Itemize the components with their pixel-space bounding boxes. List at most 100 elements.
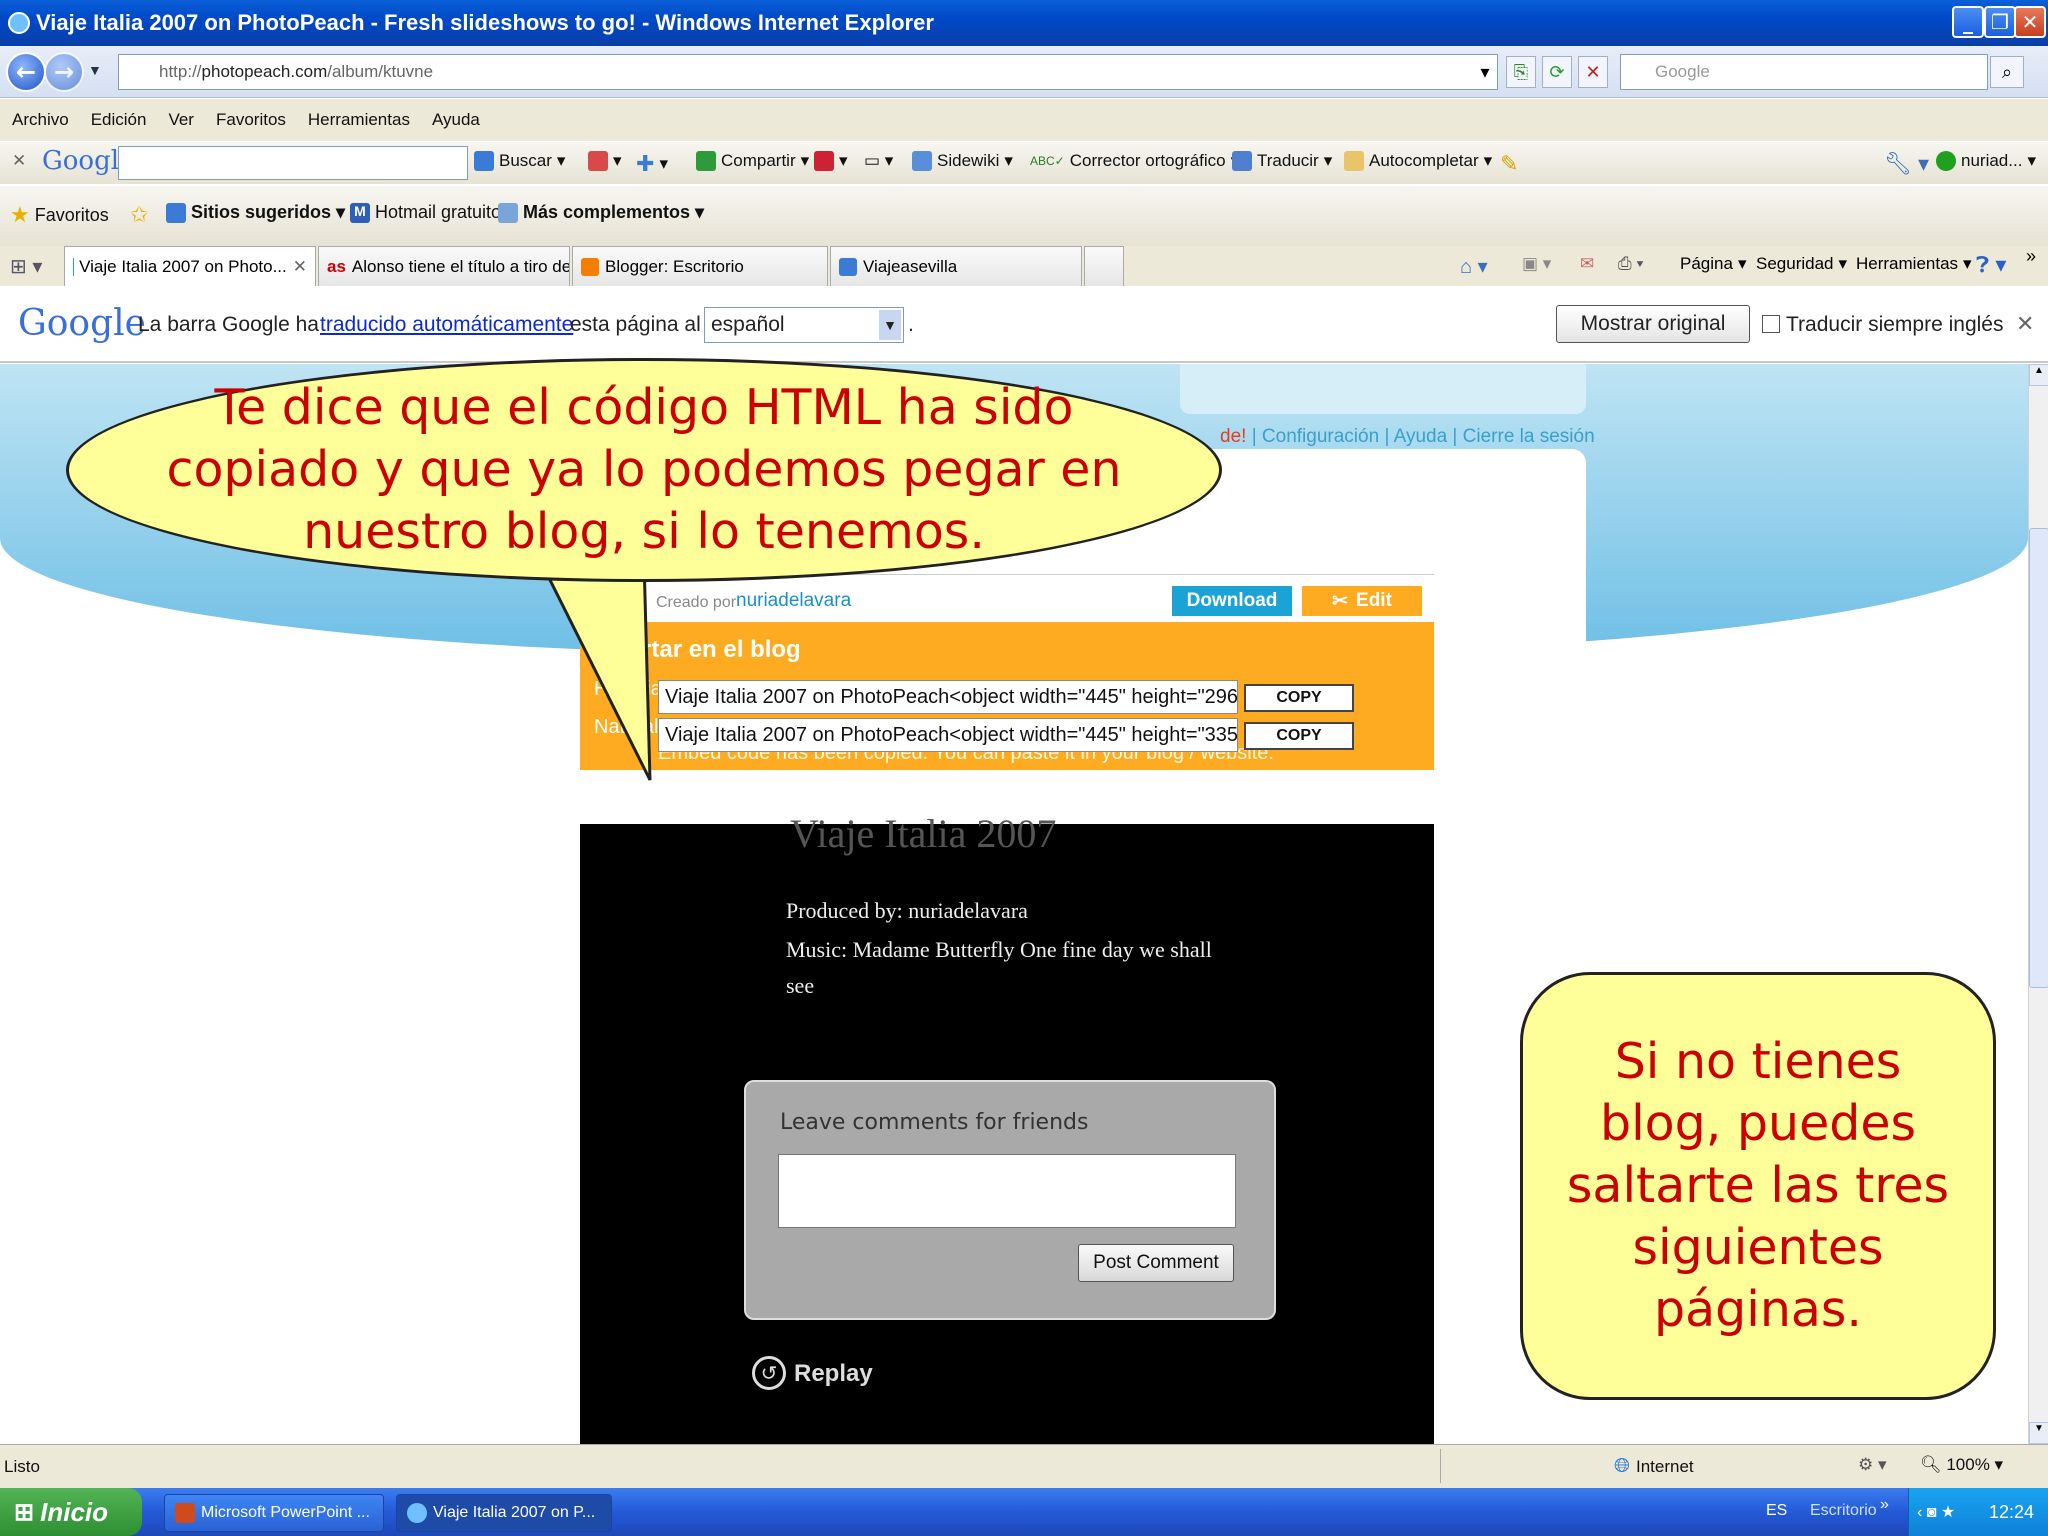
menu-ver[interactable]: Ver <box>168 110 194 130</box>
security-zone[interactable]: 🌐︎ Internet <box>1614 1455 1694 1478</box>
auto-translated-link[interactable]: traducido automáticamente <box>320 313 573 337</box>
google-search-input[interactable] <box>118 146 468 180</box>
menu-herramientas[interactable]: Herramientas <box>308 110 410 130</box>
creator-link[interactable]: nuriadelavara <box>736 590 851 612</box>
close-window-button[interactable]: ✕ <box>2014 6 2046 38</box>
close-tab-icon[interactable]: ✕ <box>293 257 307 277</box>
print-icon[interactable]: ⎙ ▾ <box>1618 254 1643 274</box>
menu-archivo[interactable]: Archivo <box>12 110 69 130</box>
copy-button-1[interactable]: COPY <box>1244 684 1354 712</box>
new-tab-button[interactable] <box>1084 246 1124 286</box>
seguridad-menu[interactable]: Seguridad ▾ <box>1756 254 1847 274</box>
highlight-icon[interactable]: ▭ ▾ <box>864 151 893 171</box>
sitios-sugeridos-button[interactable]: Sitios sugeridos ▾ <box>166 202 345 223</box>
zoom-control[interactable]: 🔍︎ 100% ▾ <box>1920 1455 2003 1475</box>
ie-icon <box>407 1503 427 1523</box>
chevron-more-icon[interactable]: » <box>2026 246 2036 267</box>
configuracion-link[interactable]: Configuración <box>1262 426 1379 447</box>
menu-favoritos[interactable]: Favoritos <box>216 110 286 130</box>
pencil-icon[interactable]: ✎ <box>1500 151 1518 177</box>
comments-title: Leave comments for friends <box>780 1110 1089 1135</box>
traducir-button[interactable]: Traducir ▾ <box>1232 151 1332 171</box>
restore-button[interactable]: ❐ <box>1984 6 2016 38</box>
user-account[interactable]: nuriad... ▾ <box>1936 151 2036 171</box>
home-icon[interactable]: ⌂ ▾ <box>1460 254 1488 279</box>
powerpoint-icon <box>175 1503 195 1523</box>
add-favorite-icon[interactable]: ✩ <box>130 202 148 228</box>
close-toolbar-icon[interactable]: ✕ <box>12 151 26 171</box>
language-select[interactable]: español ▼ <box>704 307 904 343</box>
google-toolbar: ✕ Google Buscar ▾ ▾ ✚ ▾ Compartir ▾ ▾ ▭ … <box>0 142 2048 184</box>
protected-mode-icon[interactable]: ⚙ ▾ <box>1858 1455 1887 1475</box>
callout-bubble-2: Si no tienes blog, puedes saltarte las t… <box>1520 972 1996 1400</box>
cierre-sesion-link[interactable]: Cierre la sesión <box>1463 426 1595 447</box>
ayuda-link[interactable]: Ayuda <box>1394 426 1448 447</box>
tab-blogger[interactable]: Blogger: Escritorio <box>572 246 828 286</box>
show-original-button[interactable]: Mostrar original <box>1556 305 1750 343</box>
desktop-toolbar[interactable]: Escritorio <box>1810 1502 1877 1520</box>
scroll-up-icon[interactable]: ▲ <box>2029 364 2048 386</box>
edit-button[interactable]: ✂ Edit <box>1302 586 1422 616</box>
translate-bar: Google La barra Google ha traducido auto… <box>0 287 2048 363</box>
ie-icon <box>498 202 518 223</box>
mas-complementos-button[interactable]: Más complementos ▾ <box>498 202 704 223</box>
buscar-button[interactable]: Buscar ▾ <box>474 151 565 171</box>
windows-logo-icon: ⊞ <box>14 1498 35 1526</box>
always-translate-checkbox[interactable] <box>1762 315 1780 333</box>
wrench-icon[interactable]: 🔧︎ ▾ <box>1884 151 1929 177</box>
menu-edicion[interactable]: Edición <box>91 110 147 130</box>
pagerank-icon[interactable]: ▾ <box>588 151 622 171</box>
compat-icon[interactable]: ⎘ <box>1506 56 1536 88</box>
post-comment-button[interactable]: Post Comment <box>1078 1244 1234 1282</box>
online-status-icon <box>1936 151 1956 171</box>
mail-icon[interactable]: ✉ <box>1580 254 1594 274</box>
tab-viaje-italia[interactable]: Viaje Italia 2007 on Photo... ✕ <box>64 246 316 286</box>
autocompletar-button[interactable]: Autocompletar ▾ <box>1344 151 1492 171</box>
slideshow-player[interactable]: Viaje Italia 2007 Produced by: nuriadela… <box>580 811 1434 1444</box>
back-button[interactable]: ← <box>6 52 46 92</box>
language-indicator[interactable]: ES <box>1766 1502 1787 1520</box>
quick-tabs-icon[interactable]: ⊞ ▾ <box>10 254 42 279</box>
embed-code-input-1[interactable]: Viaje Italia 2007 on PhotoPeach<object w… <box>658 680 1238 714</box>
scrollbar-thumb[interactable] <box>2029 528 2048 988</box>
vertical-scrollbar[interactable]: ▲ ▼ <box>2028 364 2048 1444</box>
refresh-icon[interactable]: ⟳ <box>1542 56 1572 88</box>
tab-alonso[interactable]: as Alonso tiene el título a tiro de... <box>318 246 570 286</box>
comment-textarea[interactable] <box>778 1154 1236 1228</box>
sidewiki-button[interactable]: Sidewiki ▾ <box>912 151 1013 171</box>
url-dropdown-icon[interactable]: ▾ <box>1470 56 1500 88</box>
scroll-down-icon[interactable]: ▼ <box>2029 1422 2048 1444</box>
tab-viajeasevilla[interactable]: Viajeasevilla <box>830 246 1082 286</box>
task-ie[interactable]: Viaje Italia 2007 on P... <box>396 1494 612 1532</box>
compartir-button[interactable]: Compartir ▾ <box>696 151 809 171</box>
embed-code-input-2[interactable]: Viaje Italia 2007 on PhotoPeach<object w… <box>658 718 1238 752</box>
edit-icon: ✂ <box>1332 590 1349 612</box>
stop-icon[interactable]: ✕ <box>1578 56 1608 88</box>
taskbar: ⊞ Inicio Microsoft PowerPoint ... Viaje I… <box>0 1488 2048 1536</box>
popup-blocker-icon[interactable]: ▾ <box>814 151 848 171</box>
hotmail-link[interactable]: M Hotmail gratuito <box>350 202 501 223</box>
herramientas-menu[interactable]: Herramientas ▾ <box>1856 254 1972 274</box>
help-icon[interactable]: ❓︎ ▾ <box>1976 252 2006 278</box>
plus-icon[interactable]: ✚ ▾ <box>636 151 668 177</box>
corrector-button[interactable]: ABC✓Corrector ortográfico ▾ <box>1030 151 1239 171</box>
always-translate-label: Traducir siempre inglés <box>1786 313 2004 336</box>
start-button[interactable]: ⊞ Inicio <box>0 1488 142 1536</box>
feeds-icon[interactable]: ▣ ▾ <box>1522 254 1551 274</box>
history-dropdown-icon[interactable]: ▼ <box>88 62 102 78</box>
close-translate-bar-icon[interactable]: ✕ <box>2016 311 2034 337</box>
search-input[interactable]: Google <box>1620 54 1988 90</box>
tray-icons[interactable]: ‹ ◙ ★ <box>1909 1502 1955 1522</box>
replay-icon[interactable]: ↺ <box>752 1356 786 1390</box>
pagina-menu[interactable]: Página ▾ <box>1680 254 1746 274</box>
menu-ayuda[interactable]: Ayuda <box>432 110 480 130</box>
favoritos-button[interactable]: ★ Favoritos <box>10 202 109 228</box>
download-button[interactable]: Download <box>1172 586 1292 616</box>
copy-button-2[interactable]: COPY <box>1244 722 1354 750</box>
search-icon[interactable]: ⌕ <box>1990 56 2024 88</box>
forward-button[interactable]: → <box>44 52 84 92</box>
task-powerpoint[interactable]: Microsoft PowerPoint ... <box>164 1494 384 1532</box>
url-input[interactable]: http://photopeach.com/album/ktuvne <box>118 54 1498 90</box>
minimize-button[interactable]: _ <box>1952 6 1984 38</box>
replay-button[interactable]: Replay <box>794 1360 873 1388</box>
